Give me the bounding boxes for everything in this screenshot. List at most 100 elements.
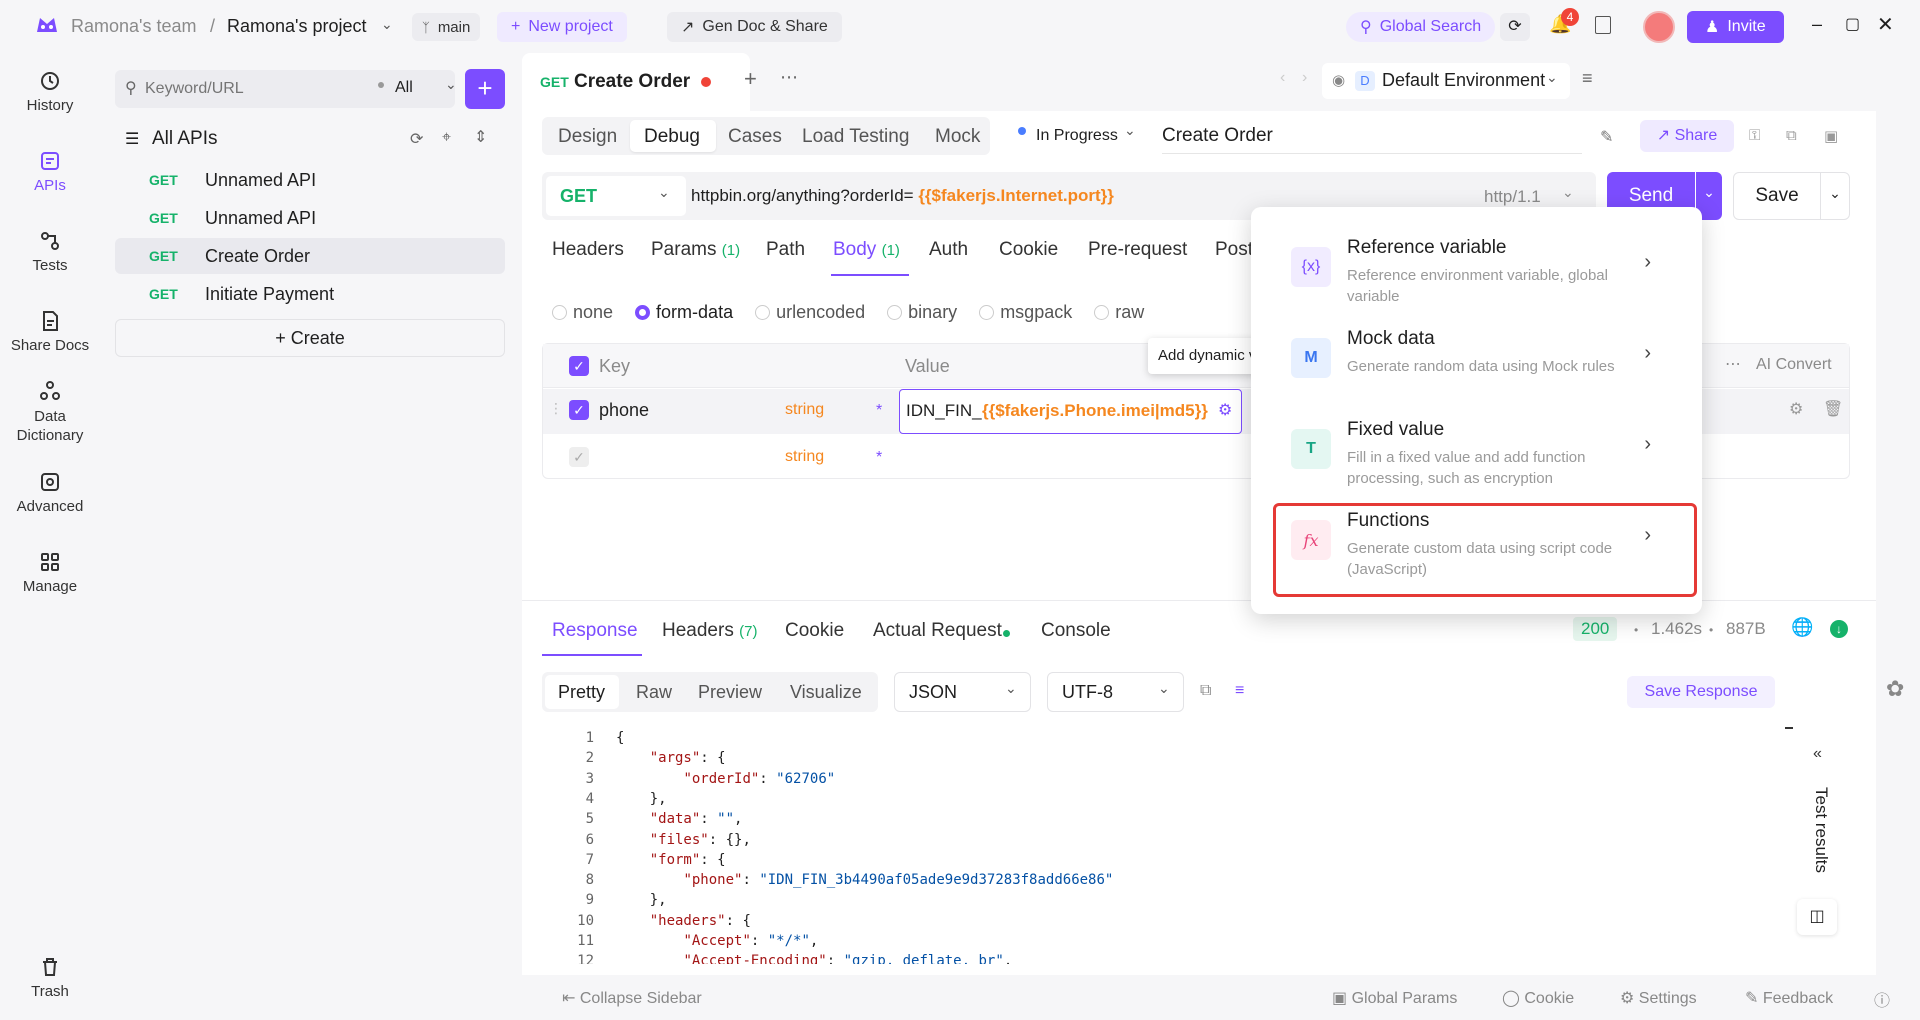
- tab-pre-request[interactable]: Pre-request: [1088, 239, 1187, 261]
- tab-response-headers[interactable]: Headers (7): [662, 620, 757, 642]
- tab-next-icon[interactable]: ›: [1302, 69, 1307, 87]
- environment-selector[interactable]: ◉ D Default Environment ⌄: [1322, 63, 1570, 99]
- rail-apis[interactable]: APIs: [0, 149, 100, 194]
- sync-icon[interactable]: ⟳: [1500, 13, 1530, 41]
- archive-icon[interactable]: ▣: [1824, 127, 1838, 145]
- help-icon[interactable]: ⓘ: [1874, 987, 1890, 1011]
- global-params-button[interactable]: ▣ Global Params: [1332, 988, 1457, 1008]
- rail-history[interactable]: History: [0, 69, 100, 114]
- checkbox-all[interactable]: ✓: [569, 356, 589, 376]
- protocol-select[interactable]: http/1.1: [1484, 187, 1541, 207]
- tab-load-testing[interactable]: Load Testing: [802, 126, 909, 148]
- method-select[interactable]: GET ⌄: [546, 176, 686, 216]
- search-input[interactable]: [145, 76, 345, 102]
- tab-response-cookie[interactable]: Cookie: [785, 620, 844, 642]
- body-type-urlencoded[interactable]: urlencoded: [755, 302, 865, 323]
- locate-icon[interactable]: ⌖: [442, 129, 451, 147]
- required-marker[interactable]: *: [876, 402, 882, 420]
- share-button[interactable]: ↗ Share: [1640, 120, 1734, 152]
- copy-icon[interactable]: ⧉: [1786, 127, 1797, 144]
- rail-share-docs[interactable]: Share Docs: [0, 309, 100, 354]
- create-button[interactable]: + Create: [115, 319, 505, 357]
- more-tabs-icon[interactable]: ⋯: [780, 67, 798, 88]
- branch-selector[interactable]: ᛉ main: [412, 13, 481, 41]
- tab-cookie[interactable]: Cookie: [999, 239, 1058, 261]
- avatar[interactable]: [1643, 11, 1675, 43]
- project-name[interactable]: Ramona's project: [227, 16, 367, 37]
- ai-assistant-icon[interactable]: ✿: [1886, 676, 1904, 702]
- api-list-item[interactable]: GET Initiate Payment: [115, 276, 505, 312]
- save-options-chevron-icon[interactable]: ⌄: [1820, 172, 1850, 220]
- tab-mock[interactable]: Mock: [935, 126, 980, 148]
- save-response-button[interactable]: Save Response: [1627, 676, 1775, 708]
- body-type-binary[interactable]: binary: [887, 302, 957, 323]
- tab-preview[interactable]: Preview: [698, 682, 762, 703]
- ai-convert-button[interactable]: AI Convert: [1756, 356, 1832, 374]
- lock-icon[interactable]: ⚿: [1749, 127, 1760, 144]
- all-apis-title[interactable]: All APIs: [152, 128, 217, 150]
- api-list-item-selected[interactable]: GET Create Order: [115, 238, 505, 274]
- tab-debug[interactable]: Debug: [644, 126, 700, 148]
- close-icon[interactable]: ✕: [1877, 12, 1894, 37]
- refresh-icon[interactable]: ⟳: [410, 129, 423, 149]
- wrap-icon[interactable]: ≡: [1235, 682, 1244, 700]
- settings-button[interactable]: ⚙ Settings: [1620, 988, 1697, 1008]
- tab-response[interactable]: Response: [552, 620, 638, 642]
- rail-tests[interactable]: Tests: [0, 229, 100, 274]
- row-settings-icon[interactable]: ⚙: [1789, 399, 1803, 419]
- edit-icon[interactable]: ✎: [1600, 127, 1613, 147]
- body-type-raw[interactable]: raw: [1094, 302, 1144, 323]
- menu-item-mock-data[interactable]: M Mock data Generate random data using M…: [1291, 328, 1681, 402]
- collapse-sidebar-button[interactable]: ⇤ Collapse Sidebar: [562, 988, 702, 1008]
- save-button[interactable]: Save: [1733, 172, 1821, 220]
- format-select[interactable]: JSON ⌄: [894, 672, 1031, 712]
- tab-auth[interactable]: Auth: [929, 239, 968, 261]
- tab-visualize[interactable]: Visualize: [790, 682, 862, 703]
- api-list-item[interactable]: GET Unnamed API: [115, 162, 505, 198]
- add-button[interactable]: +: [465, 69, 505, 109]
- param-type[interactable]: string: [785, 401, 824, 419]
- chevron-down-icon[interactable]: ⌄: [381, 16, 393, 33]
- maximize-icon[interactable]: ▢: [1845, 14, 1860, 34]
- scrollbar-thumb[interactable]: [1785, 727, 1793, 729]
- url-input[interactable]: httpbin.org/anything?orderId= {{$fakerjs…: [691, 186, 1114, 206]
- rail-data-dictionary[interactable]: Data Dictionary: [0, 379, 100, 445]
- tab-actual-request[interactable]: Actual Request: [873, 620, 1002, 642]
- download-icon[interactable]: ↓: [1830, 620, 1848, 638]
- globe-icon[interactable]: 🌐: [1791, 617, 1813, 638]
- required-marker[interactable]: *: [876, 449, 882, 467]
- tab-body[interactable]: Body (1): [833, 239, 900, 261]
- new-tab-plus-icon[interactable]: +: [744, 66, 757, 92]
- dynamic-value-icon[interactable]: ⚙: [1218, 400, 1232, 420]
- minimize-icon[interactable]: –: [1812, 14, 1822, 35]
- param-value-input[interactable]: IDN_FIN_ {{$fakerjs.Phone.imei|md5}} ⚙: [899, 389, 1242, 434]
- tab-pretty[interactable]: Pretty: [558, 682, 605, 703]
- menu-item-functions[interactable]: fx Functions Generate custom data using …: [1291, 510, 1681, 584]
- tab-params[interactable]: Params (1): [651, 239, 740, 261]
- param-type[interactable]: string: [785, 448, 824, 466]
- menu-item-reference-variable[interactable]: {x} Reference variable Reference environ…: [1291, 237, 1681, 311]
- body-type-form-data[interactable]: form-data: [635, 302, 733, 323]
- row-delete-icon[interactable]: 🗑: [1823, 399, 1843, 419]
- menu-icon[interactable]: ≡: [1582, 68, 1593, 89]
- rail-trash[interactable]: Trash: [0, 955, 100, 1000]
- tab-cases[interactable]: Cases: [728, 126, 782, 148]
- more-options-icon[interactable]: ⋯: [1725, 354, 1741, 374]
- gen-doc-button[interactable]: ↗ Gen Doc & Share: [667, 12, 842, 42]
- status-select[interactable]: In Progress: [1036, 127, 1118, 145]
- tab-prev-icon[interactable]: ‹: [1280, 69, 1285, 87]
- expand-collapse-icon[interactable]: ⇕: [474, 127, 487, 147]
- rail-advanced[interactable]: Advanced: [0, 470, 100, 515]
- team-name[interactable]: Ramona's team: [71, 16, 197, 37]
- chevron-down-icon[interactable]: ⌄: [445, 76, 457, 93]
- cookie-button[interactable]: ◯ Cookie: [1502, 988, 1574, 1008]
- body-type-msgpack[interactable]: msgpack: [979, 302, 1072, 323]
- clipboard-icon[interactable]: [1595, 16, 1611, 34]
- body-type-none[interactable]: none: [552, 302, 613, 323]
- new-project-button[interactable]: + New project: [497, 12, 627, 42]
- api-list-item[interactable]: GET Unnamed API: [115, 200, 505, 236]
- global-search-button[interactable]: ⚲ Global Search: [1346, 12, 1496, 42]
- encoding-select[interactable]: UTF-8 ⌄: [1047, 672, 1184, 712]
- copy-icon[interactable]: ⧉: [1200, 682, 1211, 700]
- tab-design[interactable]: Design: [558, 126, 617, 148]
